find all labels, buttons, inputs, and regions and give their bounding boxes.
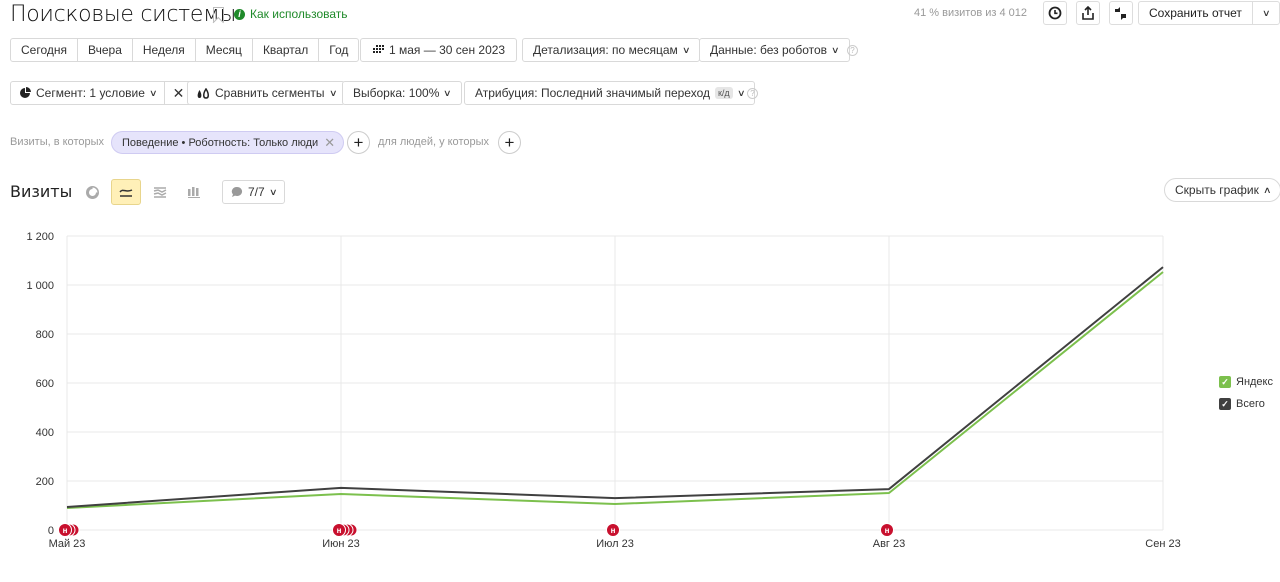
info-icon: i <box>234 8 245 20</box>
filter-chip-label: Поведение • Роботность: Только люди <box>122 136 319 149</box>
preset-year[interactable]: Год <box>319 39 358 61</box>
x-tick-label: Июн 23 <box>322 538 360 550</box>
calendar-icon <box>373 45 384 53</box>
annotation-label: н <box>63 526 68 535</box>
plus-icon: + <box>353 132 364 152</box>
annotation-label: н <box>337 526 342 535</box>
y-tick-label: 600 <box>36 378 54 390</box>
notes-dropdown[interactable]: 7/7 ∨ <box>222 180 286 204</box>
history-button[interactable] <box>1043 1 1067 25</box>
x-tick-label: Сен 23 <box>1145 538 1180 550</box>
export-button[interactable] <box>1076 1 1100 25</box>
chevron-up-icon: ∧ <box>1262 184 1272 195</box>
help-icon[interactable]: ? <box>847 45 858 56</box>
view-pie-button[interactable] <box>77 179 107 205</box>
detail-dropdown[interactable]: Детализация: по месяцам ∨ <box>522 38 701 62</box>
x-tick-label: Май 23 <box>49 538 86 550</box>
attribution-label: Атрибуция: Последний значимый переход <box>475 86 710 100</box>
detail-label: Детализация: по месяцам <box>533 43 678 57</box>
comment-icon <box>231 186 243 197</box>
hide-chart-label: Скрыть график <box>1175 183 1259 197</box>
people-filter-label: для людей, у которых <box>378 136 489 148</box>
date-range-label: 1 мая — 30 сен 2023 <box>389 43 506 57</box>
notes-label: 7/7 <box>248 185 265 199</box>
chart-title: Визиты <box>10 182 73 201</box>
y-tick-label: 1 200 <box>26 231 54 243</box>
help-icon[interactable]: ? <box>747 88 758 99</box>
data-mode-dropdown[interactable]: Данные: без роботов ∨ <box>699 38 850 62</box>
view-area-button[interactable] <box>145 179 175 205</box>
compare-button[interactable] <box>1109 1 1133 25</box>
preset-week[interactable]: Неделя <box>133 39 196 61</box>
preset-yesterday[interactable]: Вчера <box>78 39 133 61</box>
add-people-filter-button[interactable]: + <box>498 131 521 154</box>
chevron-down-icon: ∨ <box>148 87 158 98</box>
chevron-down-icon: ∨ <box>443 87 452 98</box>
y-tick-label: 0 <box>48 525 54 537</box>
x-tick-label: Авг 23 <box>873 538 905 550</box>
close-icon: ✕ <box>172 84 185 101</box>
chevron-down-icon: ∨ <box>831 44 840 55</box>
sample-label: Выборка: 100% <box>353 86 440 100</box>
plus-icon: + <box>504 132 515 152</box>
hide-chart-button[interactable]: Скрыть график ∧ <box>1164 178 1280 202</box>
pie-chart-icon <box>85 185 99 199</box>
date-range-button[interactable]: 1 мая — 30 сен 2023 <box>360 38 518 62</box>
visits-share-text: 41 % визитов из 4 012 <box>914 7 1028 19</box>
sample-dropdown[interactable]: Выборка: 100% ∨ <box>342 81 462 105</box>
checkbox-icon: ✓ <box>1219 398 1231 410</box>
checkbox-icon: ✓ <box>1219 376 1231 388</box>
how-to-use-label: Как использовать <box>250 7 348 21</box>
thumbs-icon <box>1115 7 1126 20</box>
y-tick-label: 200 <box>36 476 54 488</box>
how-to-use-link[interactable]: i Как использовать <box>234 7 348 21</box>
annotation-label: н <box>885 526 890 535</box>
y-tick-label: 400 <box>36 427 54 439</box>
close-icon[interactable]: ✕ <box>324 135 335 151</box>
y-tick-label: 800 <box>36 329 54 341</box>
segment-label: Сегмент: 1 условие <box>36 86 145 100</box>
save-report-group: Сохранить отчет ∨ <box>1138 1 1280 25</box>
compare-segments-label: Сравнить сегменты <box>215 86 325 100</box>
area-chart-icon <box>153 187 167 198</box>
annotation-label: н <box>611 526 616 535</box>
chevron-down-icon: ∨ <box>328 87 338 98</box>
legend-item-total[interactable]: ✓ Всего <box>1219 398 1265 410</box>
legend-label: Яндекс <box>1236 376 1273 388</box>
segment-group: Сегмент: 1 условие ∨ ✕ <box>10 81 193 105</box>
line-chart-icon <box>119 189 133 197</box>
pie-icon <box>20 87 31 98</box>
line-chart: 0 200 400 600 800 1 000 1 200 Май 23 Июн 23 Июл 2… <box>26 231 1180 550</box>
period-presets: Сегодня Вчера Неделя Месяц Квартал Год <box>10 38 360 62</box>
attribution-badge: к/д <box>714 87 733 99</box>
chevron-down-icon: ∨ <box>268 186 278 197</box>
bookmark-icon[interactable] <box>213 7 224 22</box>
bar-chart-icon <box>188 187 200 198</box>
legend-item-yandex[interactable]: ✓ Яндекс <box>1219 376 1273 388</box>
view-bar-button[interactable] <box>179 179 209 205</box>
visits-filter-label: Визиты, в которых <box>10 136 104 148</box>
y-tick-label: 1 000 <box>26 280 54 292</box>
chevron-down-icon: ∨ <box>736 87 746 98</box>
attribution-dropdown[interactable]: Атрибуция: Последний значимый переход к/… <box>464 81 756 105</box>
view-line-button[interactable] <box>111 179 141 205</box>
page-title: Поисковые системы <box>10 2 236 27</box>
chevron-down-icon: ∨ <box>681 44 691 55</box>
filter-chip[interactable]: Поведение • Роботность: Только люди ✕ <box>111 131 345 154</box>
clock-icon <box>1048 6 1062 20</box>
export-icon <box>1082 6 1094 20</box>
save-report-button[interactable]: Сохранить отчет <box>1139 2 1253 24</box>
preset-quarter[interactable]: Квартал <box>253 39 320 61</box>
x-tick-label: Июл 23 <box>596 538 634 550</box>
add-visit-filter-button[interactable]: + <box>347 131 370 154</box>
preset-today[interactable]: Сегодня <box>11 39 78 61</box>
preset-month[interactable]: Месяц <box>196 39 253 61</box>
segment-dropdown[interactable]: Сегмент: 1 условие ∨ <box>11 82 166 104</box>
chevron-down-icon: ∨ <box>1261 7 1271 18</box>
drops-icon <box>197 87 209 99</box>
legend-label: Всего <box>1236 398 1265 410</box>
data-mode-label: Данные: без роботов <box>710 43 828 57</box>
save-report-dropdown[interactable]: ∨ <box>1253 2 1279 24</box>
compare-segments-dropdown[interactable]: Сравнить сегменты ∨ <box>187 81 346 105</box>
